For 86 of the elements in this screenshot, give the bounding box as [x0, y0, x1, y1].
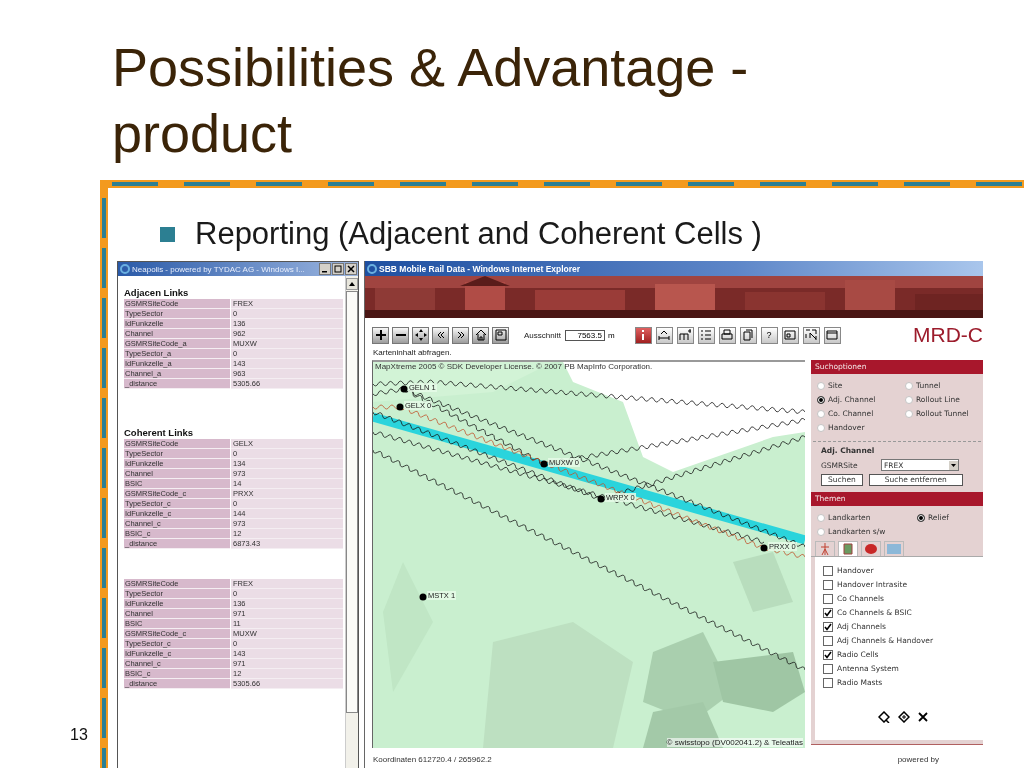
dropdown-arrow-icon: [949, 460, 958, 470]
coordinates-text: Koordinaten 612720.4 / 265962.2: [373, 754, 492, 764]
checkbox[interactable]: [823, 593, 833, 604]
status-hint: Karteninhalt abfragen.: [372, 347, 453, 359]
scale-field[interactable]: 7563.5: [564, 329, 605, 341]
zoom-out-button[interactable]: [392, 326, 409, 344]
frame-button[interactable]: [823, 326, 841, 344]
checkbox[interactable]: [823, 579, 833, 590]
select-icon: [805, 329, 818, 341]
scroll-up-button[interactable]: [346, 278, 358, 290]
zoom-layer-icon[interactable]: [898, 711, 910, 723]
map-copyright: © swisstopo (DV002041.2) & Teleatlas: [666, 738, 803, 747]
frame-icon: [826, 329, 839, 341]
scale-label: Ausschnitt: [524, 330, 561, 340]
browser-icon: [120, 264, 130, 274]
site-marker[interactable]: [597, 495, 605, 503]
scale-unit: m: [607, 330, 615, 340]
site-marker[interactable]: [419, 593, 427, 601]
select-button[interactable]: [802, 326, 820, 344]
home-icon: [474, 329, 487, 341]
site-marker[interactable]: [396, 403, 404, 411]
map-icon: [841, 543, 855, 555]
measure-button[interactable]: [655, 326, 673, 344]
area-icon: [679, 329, 692, 341]
legend-icon: [700, 329, 713, 341]
pan-icon: [414, 329, 427, 341]
extent-icon: [494, 329, 507, 341]
help-button[interactable]: ?: [760, 326, 778, 344]
page-number: 13: [70, 726, 88, 744]
window-title: SBB Mobile Rail Data - Windows Internet Explorer: [379, 263, 581, 274]
arrow-up-icon: [349, 282, 355, 286]
section-heading: Adjacen Links: [124, 287, 190, 299]
pan-button[interactable]: [412, 326, 429, 344]
maximize-button[interactable]: [332, 263, 344, 275]
section-heading: Coherent Links: [124, 427, 195, 439]
checkbox[interactable]: [823, 565, 833, 576]
window-icon: [887, 543, 901, 555]
antenna-icon: [818, 543, 832, 555]
close-icon: [347, 265, 355, 273]
window-button[interactable]: [781, 326, 799, 344]
scroll-thumb[interactable]: [346, 291, 358, 713]
check-icon: [824, 650, 832, 659]
export-button[interactable]: [739, 326, 757, 344]
zoom-in-button[interactable]: [372, 326, 389, 344]
zoom-layer-icon[interactable]: [878, 711, 890, 723]
checkbox[interactable]: [823, 635, 833, 646]
checkbox[interactable]: [823, 621, 833, 632]
legend-button[interactable]: [697, 326, 715, 344]
window-icon: [784, 329, 797, 341]
close-icon[interactable]: [918, 712, 928, 722]
slide-title: product: [112, 102, 294, 165]
checkbox[interactable]: [823, 663, 833, 674]
extent-button[interactable]: [492, 326, 509, 344]
bullet-icon: [160, 226, 175, 242]
checkbox[interactable]: [823, 649, 833, 660]
checkbox[interactable]: [823, 607, 833, 618]
site-marker[interactable]: [760, 544, 768, 552]
site-marker[interactable]: [400, 385, 408, 393]
close-button[interactable]: [345, 263, 357, 275]
scrollbar[interactable]: [345, 276, 358, 768]
bullet-text: Reporting (Adjacent and Coherent Cells ): [195, 216, 762, 252]
site-marker[interactable]: [540, 460, 548, 468]
forward-button[interactable]: [452, 326, 469, 344]
checkbox[interactable]: [823, 677, 833, 688]
browser-icon: [367, 263, 377, 274]
app-logo: MRD-C: [913, 323, 983, 347]
print-icon: [721, 329, 734, 341]
back-button[interactable]: [432, 326, 449, 344]
export-icon: [742, 329, 755, 341]
home-button[interactable]: [472, 326, 489, 344]
area-button[interactable]: [676, 326, 694, 344]
window-title: Neapolis - powered by TYDAC AG - Windows I...: [132, 264, 306, 274]
blob-icon: [864, 543, 878, 555]
maximize-icon: [334, 265, 342, 273]
print-button[interactable]: [718, 326, 736, 344]
slide-title: Possibilities & Advantage -: [112, 36, 750, 99]
panel-tab[interactable]: [815, 541, 835, 556]
map-license: MapXtreme 2005 © SDK Developer License. © 2007 PB MapInfo Corporation.: [375, 362, 653, 371]
panel-tab[interactable]: [838, 541, 858, 556]
info-button[interactable]: [634, 326, 652, 344]
radio-icon[interactable]: [817, 395, 825, 404]
powered-by-text: powered by: [897, 754, 939, 764]
zoom-in-icon: [374, 329, 387, 341]
minimize-button[interactable]: [319, 263, 331, 275]
panel-tab[interactable]: [861, 541, 881, 556]
measure-icon: [658, 329, 671, 341]
